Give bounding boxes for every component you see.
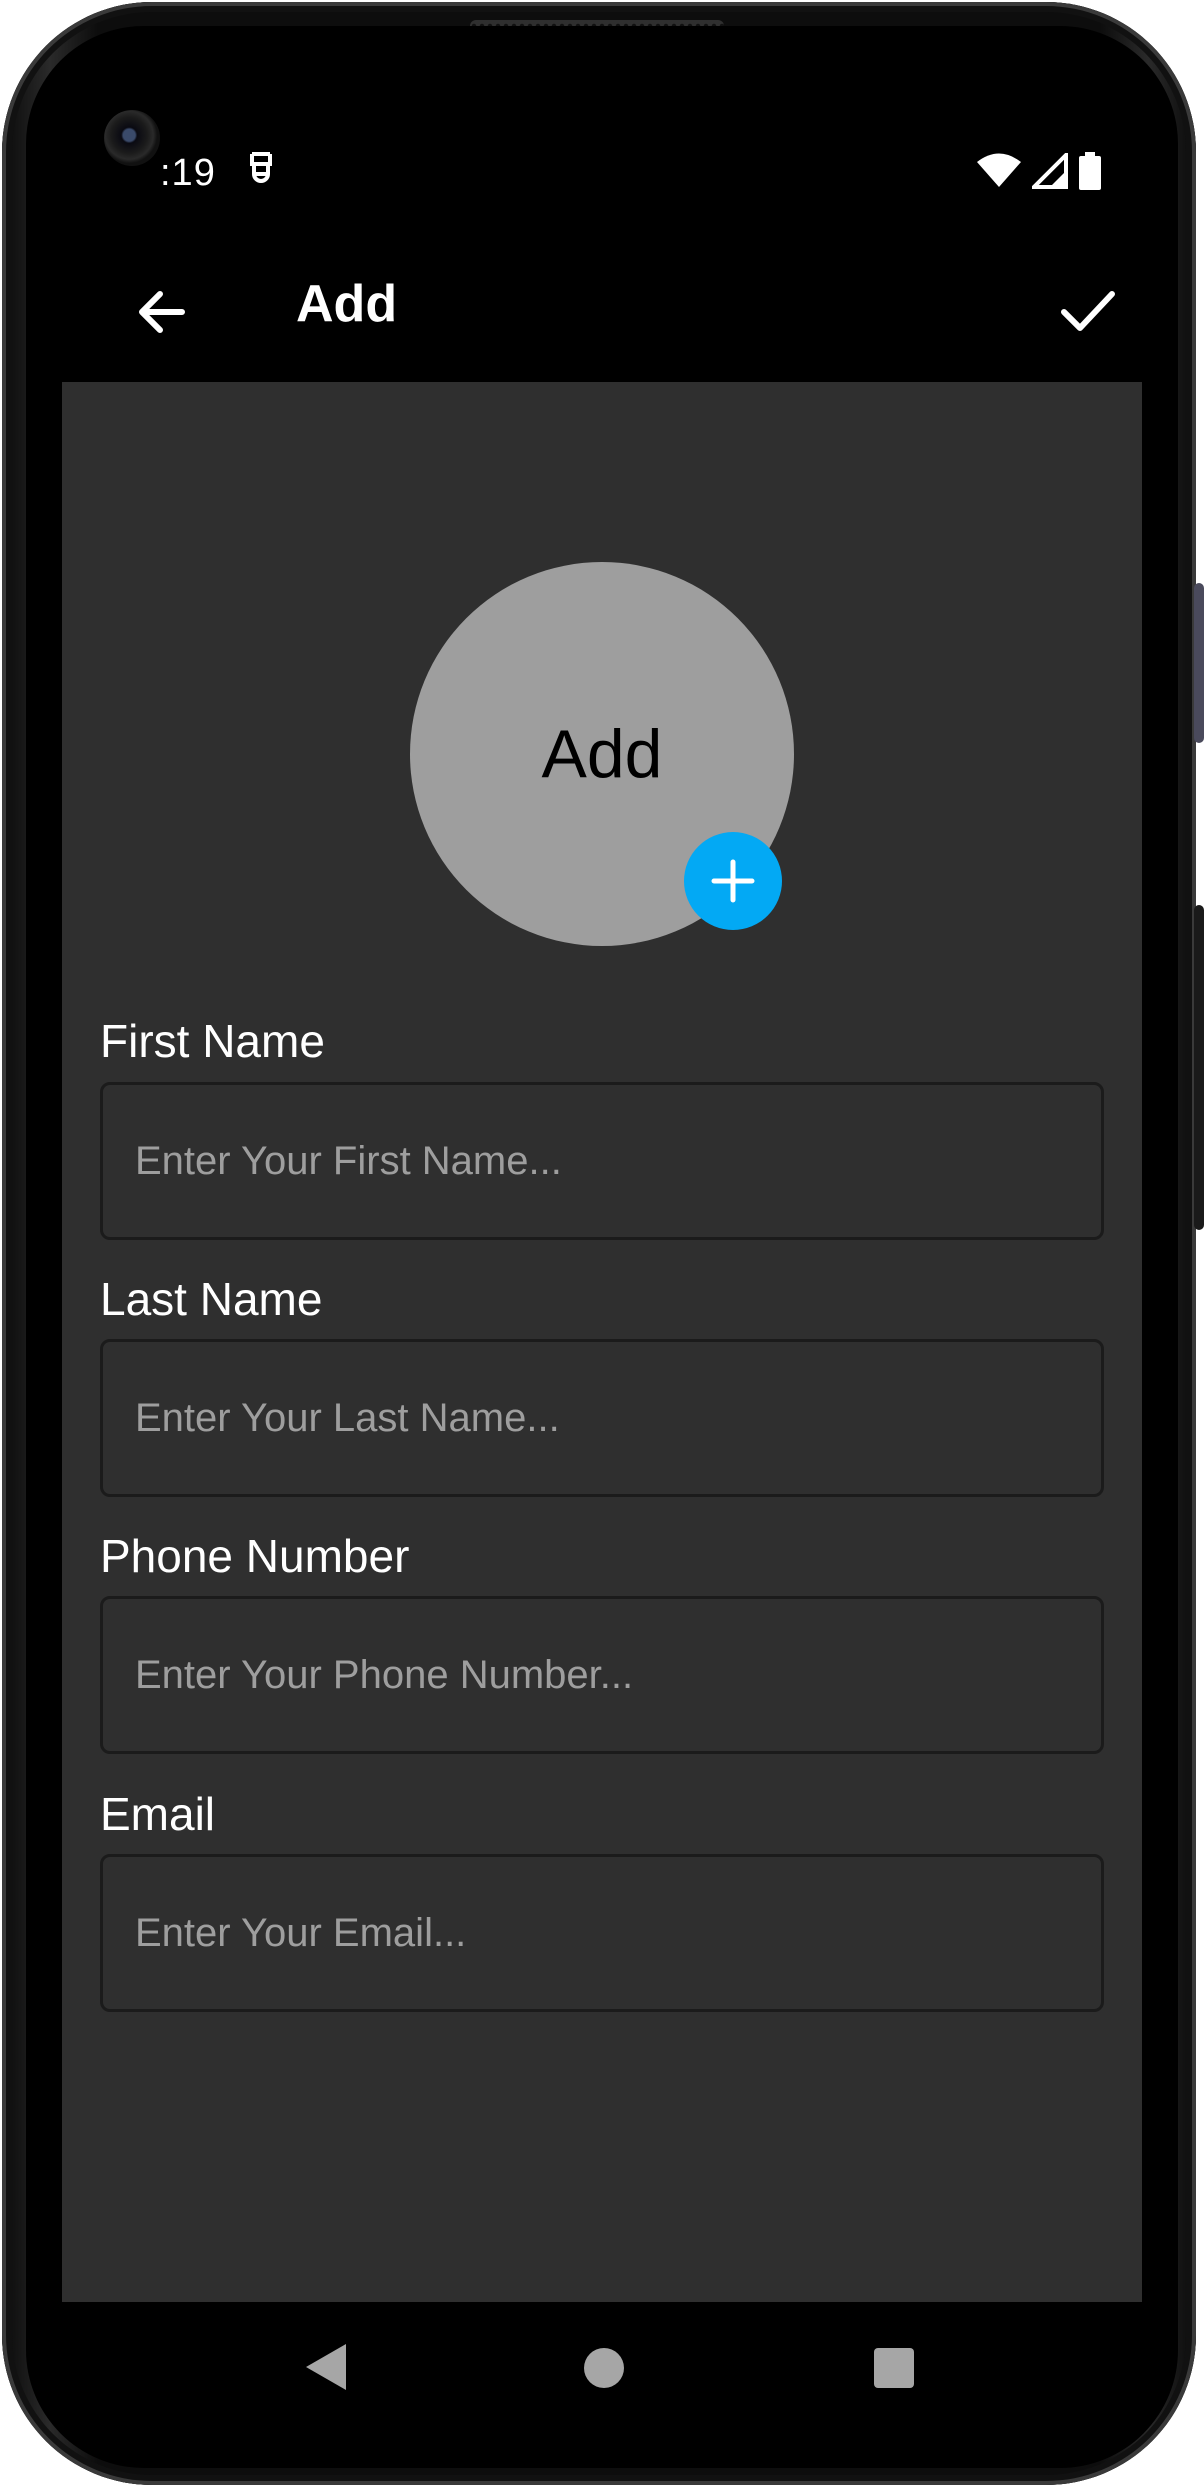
status-icons [976, 152, 1102, 190]
last-name-field[interactable] [100, 1339, 1104, 1497]
back-button[interactable] [132, 282, 192, 342]
sim-icon [244, 148, 278, 195]
triangle-back-icon [306, 2344, 346, 2390]
first-name-field[interactable] [100, 1082, 1104, 1240]
nav-recents-button[interactable] [874, 2348, 914, 2388]
system-nav-bar [62, 2302, 1142, 2432]
first-name-label: First Name [100, 1015, 325, 1067]
nav-home-button[interactable] [584, 2348, 624, 2388]
save-button[interactable] [1056, 280, 1118, 342]
power-button [1194, 583, 1204, 743]
page-title: Add [296, 275, 398, 333]
phone-number-input[interactable] [133, 1651, 1101, 1699]
battery-icon [1079, 152, 1101, 190]
form-content: Add First Name Last Name Phone Number Em… [62, 382, 1142, 2302]
email-label: Email [100, 1788, 216, 1840]
plus-icon [711, 859, 755, 903]
email-input[interactable] [133, 1909, 1101, 1957]
phone-screen: :19 Add Add First Name Enter Your First … [26, 26, 1178, 2468]
arrow-left-icon [139, 291, 185, 333]
avatar-label: Add [541, 716, 663, 792]
check-icon [1061, 291, 1115, 331]
nav-back-button[interactable] [304, 2342, 348, 2397]
email-field[interactable] [100, 1854, 1104, 2012]
wifi-icon [977, 153, 1021, 187]
signal-icon [1032, 153, 1068, 189]
last-name-label: Last Name [100, 1273, 323, 1325]
add-photo-button[interactable] [684, 832, 782, 930]
phone-number-label: Phone Number [100, 1530, 410, 1582]
phone-number-field[interactable] [100, 1596, 1104, 1754]
volume-button [1194, 905, 1204, 1230]
first-name-input[interactable] [133, 1137, 1101, 1185]
front-camera [104, 110, 160, 166]
status-time: :19 [160, 152, 216, 194]
last-name-input[interactable] [133, 1394, 1101, 1442]
app-bar: Add [62, 244, 1142, 382]
